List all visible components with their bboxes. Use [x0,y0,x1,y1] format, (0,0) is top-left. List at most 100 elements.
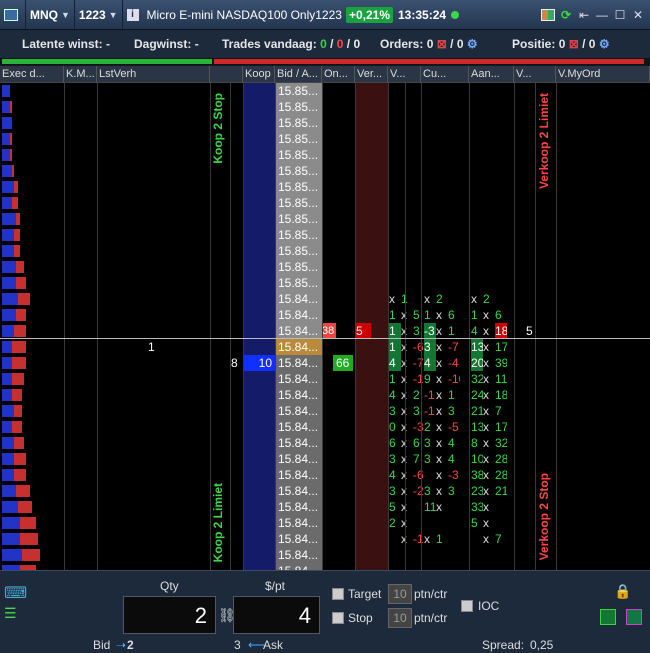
price-cell[interactable]: 15.85... [275,163,322,179]
settings-icon[interactable] [626,609,642,625]
sell-column-cell[interactable] [355,387,388,403]
price-cell[interactable]: 15.84... [275,547,322,563]
buy-column-cell[interactable] [243,515,275,531]
price-cell[interactable]: 15.84... [275,515,322,531]
column-header-2[interactable]: LstVerh [97,66,210,83]
buy-column-cell[interactable] [243,147,275,163]
sell-stop-label[interactable]: Verkoop 2 Stop [537,473,551,560]
info-button[interactable]: i [123,0,143,29]
sell-column-cell[interactable] [355,243,388,259]
price-cell[interactable]: 15.85... [275,179,322,195]
sliders-icon[interactable]: ☰ [4,605,17,622]
cancel-icon[interactable]: ⊠ [437,37,447,51]
buy-column-cell[interactable] [243,531,275,547]
buy-column-cell[interactable] [243,563,275,570]
sell-column-cell[interactable] [355,195,388,211]
price-cell[interactable]: 15.84... [275,307,322,323]
sell-column-cell[interactable] [355,131,388,147]
price-cell[interactable]: 15.84... [275,451,322,467]
buy-column-cell[interactable] [243,99,275,115]
buy-column-cell[interactable] [243,467,275,483]
column-header-12[interactable]: V.MyOrd [556,66,650,83]
buy-column-cell[interactable] [243,451,275,467]
sell-column-cell[interactable] [355,371,388,387]
price-cell[interactable]: 15.85... [275,227,322,243]
column-header-7[interactable]: Ver... [355,66,388,83]
buy-column-cell[interactable] [243,115,275,131]
close-icon[interactable]: ✕ [630,7,646,23]
price-cell[interactable]: 15.84... [275,371,322,387]
price-cell[interactable]: 15.84... [275,499,322,515]
buy-column-cell[interactable] [243,179,275,195]
buy-column-cell[interactable] [243,499,275,515]
price-cell[interactable]: 15.84... [275,419,322,435]
buy-column-cell[interactable] [243,483,275,499]
price-cell[interactable]: 15.84... [275,387,322,403]
target-ptn-input[interactable]: 10 [388,584,412,604]
buy-column-cell[interactable] [243,387,275,403]
gear-icon[interactable]: ⚙ [467,37,478,51]
column-header-4[interactable]: Koop [243,66,275,83]
buy-column-cell[interactable] [243,211,275,227]
price-cell[interactable]: 15.84... [275,531,322,547]
pt-input[interactable]: 4 [233,596,320,634]
buy-stop-label[interactable]: Koop 2 Stop [211,93,225,164]
sell-column-cell[interactable] [355,115,388,131]
price-cell[interactable]: 15.84... [275,483,322,499]
column-header-0[interactable]: Exec d... [0,66,64,83]
buy-column-cell[interactable] [243,419,275,435]
price-cell[interactable]: 15.85... [275,83,322,99]
buy-column-cell[interactable] [243,163,275,179]
column-header-1[interactable]: K.M... [64,66,97,83]
column-header-5[interactable]: Bid / A... [275,66,322,83]
sell-column-cell[interactable] [355,83,388,99]
price-cell[interactable]: 15.84... [275,323,322,339]
price-cell[interactable]: 15.85... [275,131,322,147]
sell-column-cell[interactable] [355,531,388,547]
refresh-icon[interactable]: ⟳ [558,7,574,23]
buy-limit-label[interactable]: Koop 2 Limiet [211,483,225,562]
column-header-10[interactable]: Aan... [469,66,514,83]
buy-column-cell[interactable] [243,323,275,339]
buy-column-cell[interactable] [243,259,275,275]
maximize-icon[interactable]: ☐ [612,7,628,23]
buy-column-cell[interactable] [243,275,275,291]
sell-column-cell[interactable] [355,483,388,499]
sell-column-cell[interactable] [355,259,388,275]
buy-column-cell[interactable] [243,83,275,99]
sell-column-cell[interactable] [355,467,388,483]
sell-column-cell[interactable] [355,291,388,307]
sell-column-cell[interactable] [355,211,388,227]
sell-column-cell[interactable] [355,179,388,195]
cancel-icon[interactable]: ⊠ [569,37,579,51]
column-header-9[interactable]: Cu... [421,66,469,83]
buy-column-cell[interactable] [243,131,275,147]
layout-icon[interactable] [540,7,556,23]
sell-column-cell[interactable] [355,355,388,371]
sell-column-cell[interactable] [355,227,388,243]
price-cell[interactable]: 15.84... [275,435,322,451]
stop-checkbox[interactable] [332,612,344,624]
price-cell[interactable]: 15.85... [275,99,322,115]
sell-column-cell[interactable] [355,499,388,515]
buy-column-cell[interactable] [243,547,275,563]
buy-column-cell[interactable] [243,227,275,243]
symbol-selector[interactable]: MNQ ▼ [26,0,75,29]
buy-column-cell[interactable] [243,291,275,307]
sell-column-cell[interactable] [355,563,388,570]
lock-icon[interactable]: 🔒 [614,583,631,600]
sell-column-cell[interactable] [355,275,388,291]
buy-column-cell[interactable] [243,403,275,419]
buy-column-cell[interactable] [243,307,275,323]
sell-column-cell[interactable] [355,163,388,179]
sell-column-cell[interactable] [355,419,388,435]
qty-input[interactable]: 2 [123,596,216,634]
sell-limit-label[interactable]: Verkoop 2 Limiet [537,93,551,189]
sell-column-cell[interactable] [355,547,388,563]
price-cell[interactable]: 15.84... [275,339,322,355]
contract-selector[interactable]: 1223 ▼ [75,0,123,29]
price-cell[interactable]: 15.84... [275,355,322,371]
price-cell[interactable]: 15.85... [275,243,322,259]
buy-column-cell[interactable] [243,195,275,211]
sell-column-cell[interactable] [355,515,388,531]
